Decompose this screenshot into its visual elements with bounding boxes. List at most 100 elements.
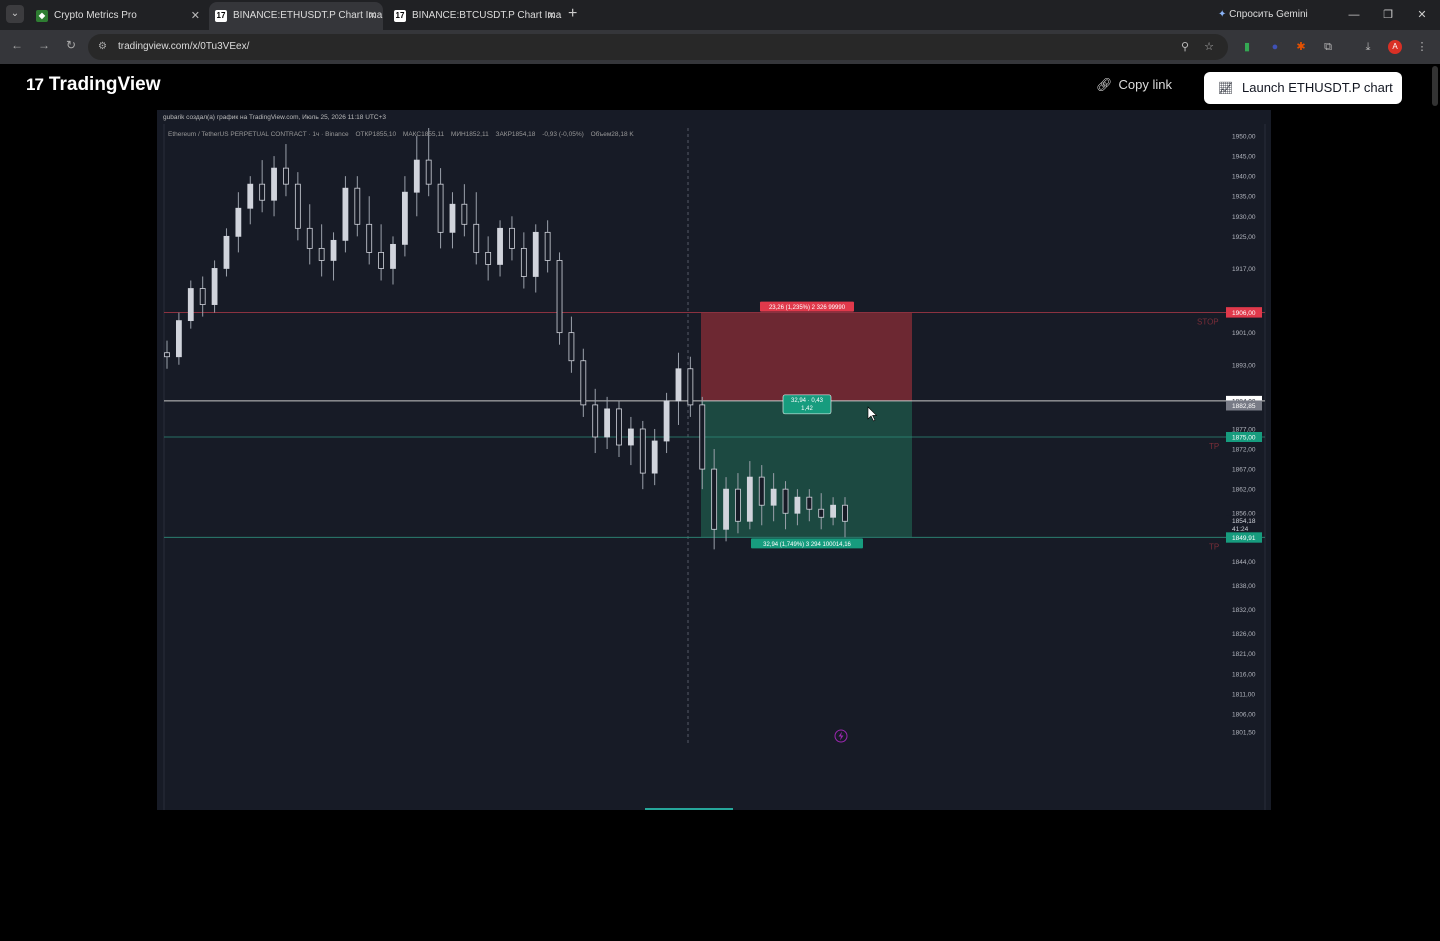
copy-link-label: Copy link [1118,77,1172,92]
entry-label-line2: 1,42 [801,406,813,412]
candle-body [473,223,480,253]
candle-body [247,183,254,209]
close-icon[interactable]: ✕ [547,2,556,30]
price-axis-tick: 1901,00 [1232,330,1256,337]
menu-dots-icon[interactable]: ⋮ [1415,40,1429,54]
candle-body [259,183,266,201]
candle-body [770,488,777,506]
candle-body [187,288,194,322]
close-window-button[interactable]: ✕ [1407,0,1437,30]
tp-tag: TP [1209,542,1219,551]
extensions-puzzle-icon[interactable]: ⧉ [1321,40,1335,54]
candle-body [616,408,622,446]
take-profit-zone [701,400,912,538]
legend-high: МАКС1855,11 [402,131,445,138]
candle-body [651,440,658,474]
candle-body [413,159,420,193]
chart-legend: Ethereum / TetherUS PERPETUAL CONTRACT ·… [168,131,639,138]
price-axis-tick: 1838,00 [1232,583,1256,590]
candle-body [223,235,230,269]
stop-tag: STOP [1197,318,1219,327]
close-icon[interactable]: ✕ [191,2,200,30]
tab-ethusdt-chart[interactable]: 17 BINANCE:ETHUSDT.P Chart Ima ✕ [209,2,383,30]
price-axis-tick: 1935,00 [1232,194,1256,201]
copy-link-button[interactable]: 🔗︎ Copy link [1096,77,1172,93]
chart-creator-line: gubarik создал(а) график на TradingView.… [163,114,386,121]
browser-tab-strip: ⌄ ◆ Crypto Metrics Pro ✕ 17 BINANCE:ETHU… [0,0,1440,30]
close-icon[interactable]: ✕ [368,2,377,30]
price-axis-tick: 1806,00 [1232,711,1256,718]
minimize-button[interactable]: — [1339,0,1369,30]
browser-toolbar: ← → ↻ ⚙ tradingview.com/x/0Tu3VEex/ ⚲ ☆ … [0,30,1440,64]
price-tag-label: 1875,00 [1232,434,1256,441]
back-arrow-icon[interactable]: ← [9,38,25,52]
zoom-icon[interactable]: ⚲ [1178,40,1192,54]
candle-body [723,488,729,530]
bookmark-star-icon[interactable]: ☆ [1202,40,1216,54]
tab-search-button[interactable]: ⌄ [6,5,24,23]
candle-body [568,332,575,362]
candle-body [735,488,741,522]
chart-bottom-indicator [645,808,733,810]
candle-body [449,203,456,233]
candle-body [401,191,408,245]
candle-body [164,352,170,358]
price-axis-tick: 1826,00 [1232,631,1256,638]
restore-button[interactable]: ❐ [1373,0,1403,30]
tab-title: BINANCE:BTCUSDT.P Chart Ima [412,10,562,21]
price-axis-tick: 1940,00 [1232,174,1256,181]
candle-body [604,408,611,438]
candle-body [818,508,825,518]
logo-text: TradingView [48,74,161,95]
candle-body [592,404,599,438]
launch-chart-button[interactable]: 📈︎ Launch ETHUSDT.P chart [1204,72,1402,104]
candle-body [354,187,361,225]
candle-body [842,504,848,522]
candle-body [425,159,432,185]
candle-body [485,251,492,265]
tradingview-logo[interactable]: 17 TradingView [26,74,161,96]
page-scrollbar[interactable] [1432,66,1438,106]
candle-body [175,320,182,358]
candle-body [556,260,563,334]
gemini-button[interactable]: ✦ Спросить Gemini [1218,0,1308,30]
candle-body [461,203,468,225]
legend-change: -0,93 (-0,05%) [542,131,584,138]
reload-icon[interactable]: ↻ [63,38,79,52]
new-tab-button[interactable]: + [568,5,577,23]
download-icon[interactable]: ⤓ [1361,40,1375,54]
candle-body [675,368,682,402]
tab-btcusdt-chart[interactable]: 17 BINANCE:BTCUSDT.P Chart Ima ✕ [388,2,562,30]
lightning-bolt-icon [838,731,844,741]
forward-arrow-icon[interactable]: → [36,38,52,52]
tab-title: BINANCE:ETHUSDT.P Chart Ima [233,10,383,21]
extension-blue-icon[interactable]: ● [1268,40,1282,54]
price-axis-tick: 1801,50 [1232,729,1256,736]
extension-green-icon[interactable]: ▮ [1240,40,1254,54]
candle-body [199,288,206,305]
candle-body [294,183,301,229]
candle-body [782,488,789,514]
address-bar[interactable]: ⚙ tradingview.com/x/0Tu3VEex/ ⚲ ☆ [88,34,1228,60]
avatar[interactable]: A [1388,40,1402,54]
candle-body [366,223,373,253]
target-label: 32,94 (1,749%) 3 294 100014,16 [763,542,851,548]
candle-body [806,496,813,510]
price-tag-label: 41:24 [1232,526,1249,533]
tradingview-icon: 17 [215,10,227,22]
legend-low: МИН1852,11 [450,131,489,138]
price-axis-tick: 1821,00 [1232,651,1256,658]
candle-body [283,167,289,185]
tab-crypto-metrics[interactable]: ◆ Crypto Metrics Pro ✕ [30,2,206,30]
candle-body [532,231,539,277]
price-axis-tick: 1925,00 [1232,234,1256,241]
price-tag-label: 1882,85 [1232,403,1256,410]
candle-body [342,187,349,241]
tab-title: Crypto Metrics Pro [54,10,137,21]
candle-body [830,504,837,518]
site-settings-icon[interactable]: ⚙ [98,41,107,52]
tradingview-header: 17 TradingView 🔗︎ Copy link 📈︎ Launch ETHUS… [0,64,1440,110]
url-text[interactable]: tradingview.com/x/0Tu3VEex/ [118,34,249,60]
extension-orange-icon[interactable]: ✱ [1294,40,1308,54]
candle-body [437,183,444,233]
